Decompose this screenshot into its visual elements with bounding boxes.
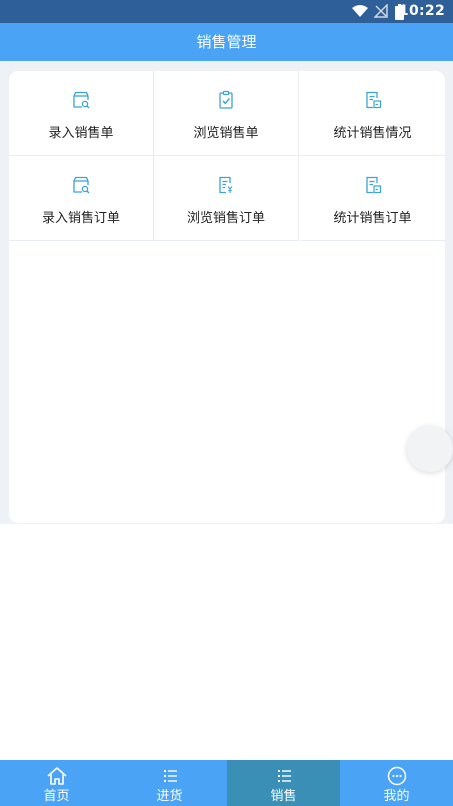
list-yuan-icon: [219, 176, 233, 194]
page-title: 销售管理: [0, 23, 453, 61]
status-bar: 10:22: [0, 0, 453, 23]
menu-grid: 录入销售单 浏览销售单 统计销售情况 录入销售订单 浏览销售订单 统计销售订单: [9, 71, 445, 241]
list-icon: [163, 770, 177, 782]
menu-card: 录入销售单 浏览销售单 统计销售情况 录入销售订单 浏览销售订单 统计销售订单: [9, 71, 445, 523]
menu-item-label: 统计销售订单: [333, 211, 412, 226]
cart-search-icon: [73, 176, 90, 194]
clipboard-check-icon: [219, 90, 233, 109]
report-icon: [365, 91, 381, 109]
tab-label: 进货: [156, 789, 183, 804]
menu-item-enter-sales-order[interactable]: 录入销售订单: [9, 156, 154, 241]
cart-search-icon: [73, 91, 90, 109]
wifi-icon: [352, 5, 368, 17]
menu-item-label: 录入销售单: [48, 126, 114, 141]
tab-label: 我的: [383, 789, 410, 804]
tab-mine[interactable]: 我的: [340, 760, 453, 806]
tab-home[interactable]: 首页: [0, 760, 113, 806]
bottom-tab-bar: 首页 进货 销售 我的: [0, 760, 453, 806]
menu-item-browse-sales-slip[interactable]: 浏览销售单: [154, 71, 299, 156]
menu-item-browse-sales-order[interactable]: 浏览销售订单: [154, 156, 299, 241]
tab-purchase[interactable]: 进货: [113, 760, 226, 806]
home-icon: [46, 767, 67, 785]
menu-item-label: 录入销售订单: [41, 211, 120, 226]
report-icon: [365, 176, 381, 194]
tab-sales[interactable]: 销售: [227, 760, 340, 806]
menu-item-label: 统计销售情况: [333, 126, 412, 141]
tab-label: 首页: [43, 789, 70, 804]
list-icon: [277, 770, 291, 782]
menu-item-enter-sales-slip[interactable]: 录入销售单: [9, 71, 154, 156]
chat-dots-icon: [387, 766, 406, 786]
tab-label: 销售: [270, 789, 297, 804]
status-time: 10:22: [398, 3, 445, 19]
floating-action-button[interactable]: [407, 426, 453, 472]
menu-item-sales-order-statistics[interactable]: 统计销售订单: [300, 156, 445, 241]
menu-item-sales-statistics[interactable]: 统计销售情况: [300, 71, 445, 156]
menu-item-label: 浏览销售订单: [186, 211, 265, 226]
no-signal-icon: [374, 4, 388, 18]
menu-item-label: 浏览销售单: [193, 126, 259, 141]
